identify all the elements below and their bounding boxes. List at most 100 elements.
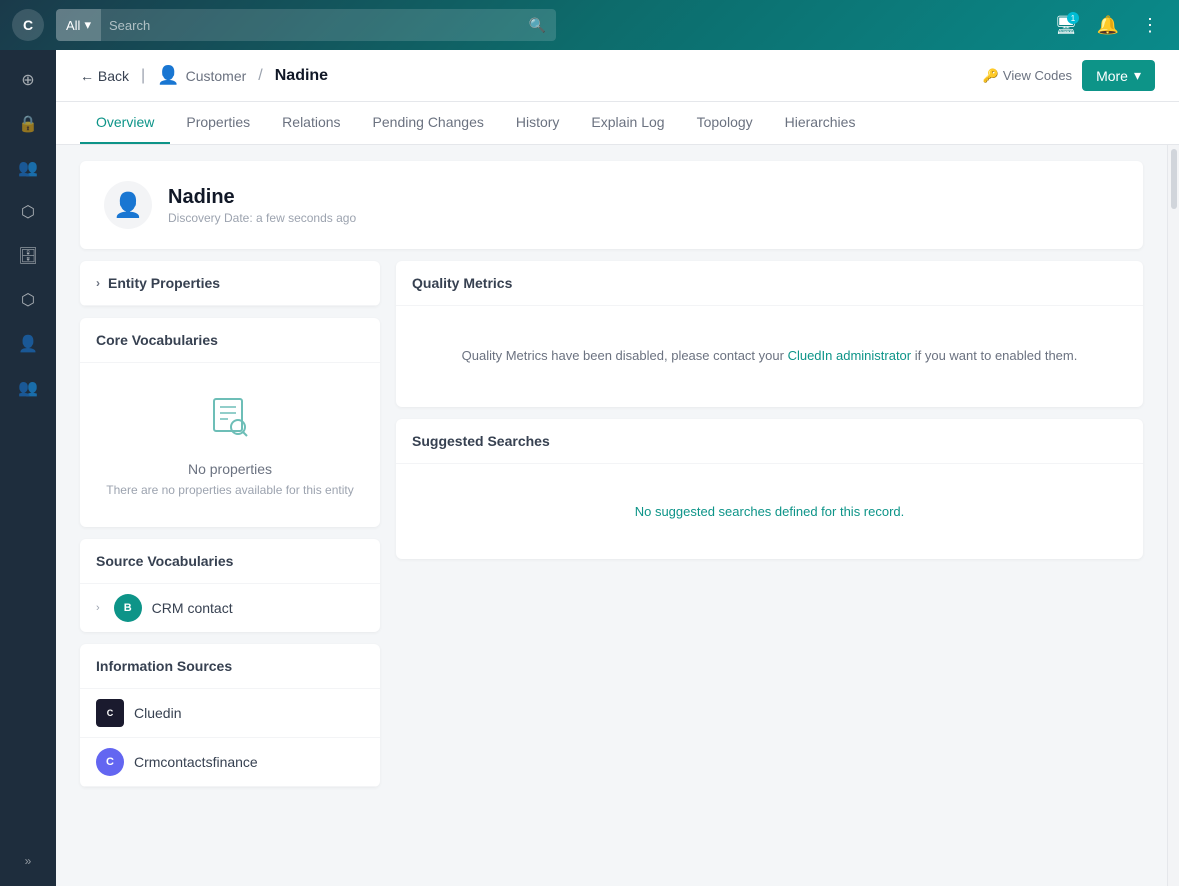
bell-icon: 🔔 [1097, 15, 1119, 36]
quality-metrics-panel: Quality Metrics Quality Metrics have bee… [396, 261, 1143, 407]
sidebar-item-home[interactable]: ⊕ [8, 60, 48, 100]
suggested-searches-header: Suggested Searches [396, 419, 1143, 464]
breadcrumb-separator: | [141, 67, 145, 85]
header-right: 🔑 View Codes More ▾ [983, 60, 1155, 91]
team-icon: 👥 [18, 378, 38, 398]
suggested-searches-message: No suggested searches defined for this r… [396, 464, 1143, 559]
tab-pending-changes[interactable]: Pending Changes [357, 102, 500, 144]
source-vocabularies-panel: Source Vocabularies › B CRM contact [80, 539, 380, 632]
entity-properties-header: › Entity Properties [80, 261, 380, 306]
sidebar-item-team[interactable]: 👥 [8, 368, 48, 408]
vocab-item-crm[interactable]: › B CRM contact [80, 584, 380, 632]
right-col: Quality Metrics Quality Metrics have bee… [396, 261, 1143, 559]
info-source-crm: C Crmcontactsfinance [80, 738, 380, 787]
search-filter-chevron: ▾ [84, 17, 91, 33]
back-button[interactable]: ← Back [80, 68, 129, 84]
two-col-layout: › Entity Properties Core Vocabularies [80, 261, 1143, 787]
information-sources-panel: Information Sources C Cluedin C [80, 644, 380, 787]
search-filter-dropdown[interactable]: All ▾ [56, 9, 101, 41]
monitor-badge: 1 [1067, 12, 1079, 24]
search-bar: All ▾ 🔍 [56, 9, 556, 41]
info-source-crm-label: Crmcontactsfinance [134, 754, 258, 770]
quality-metrics-header: Quality Metrics [396, 261, 1143, 306]
suggested-searches-panel: Suggested Searches No suggested searches… [396, 419, 1143, 559]
tab-properties[interactable]: Properties [170, 102, 266, 144]
home-icon: ⊕ [21, 70, 34, 90]
avatar-icon: 👤 [113, 191, 143, 220]
lock-icon: 🔒 [18, 114, 38, 134]
page-body-wrapper: 👤 Nadine Discovery Date: a few seconds a… [56, 145, 1179, 886]
sidebar-expand-button[interactable]: » [17, 846, 40, 876]
tab-topology[interactable]: Topology [681, 102, 769, 144]
crm-icon: C [96, 748, 124, 776]
monitor-button[interactable]: 🖥 1 [1049, 8, 1083, 42]
no-properties-desc: There are no properties available for th… [106, 483, 353, 497]
breadcrumb-slash: / [258, 67, 262, 85]
sidebar-item-users[interactable]: 👥 [8, 148, 48, 188]
entity-meta: Discovery Date: a few seconds ago [168, 211, 356, 225]
source-vocabularies-header: Source Vocabularies [80, 539, 380, 584]
no-properties-icon [206, 393, 254, 451]
no-properties-state: No properties There are no properties av… [80, 363, 380, 527]
entity-card: 👤 Nadine Discovery Date: a few seconds a… [80, 161, 1143, 249]
bell-button[interactable]: 🔔 [1091, 8, 1125, 42]
sidebar-item-lock[interactable]: 🔒 [8, 104, 48, 144]
view-codes-button[interactable]: 🔑 View Codes [983, 68, 1072, 84]
search-button[interactable]: 🔍 [519, 17, 556, 34]
no-properties-title: No properties [188, 461, 272, 477]
chevron-down-icon: ▾ [1134, 67, 1141, 84]
scrollbar-thumb[interactable] [1171, 149, 1177, 209]
app-logo: C [12, 9, 44, 41]
quality-metrics-title: Quality Metrics [412, 275, 512, 291]
information-sources-header: Information Sources [80, 644, 380, 689]
left-sidebar: ⊕ 🔒 👥 ⬡ 🗄 ⬡ 👤 👥 » [0, 50, 56, 886]
more-menu-button[interactable]: ⋮ [1133, 8, 1167, 42]
tab-hierarchies[interactable]: Hierarchies [769, 102, 872, 144]
search-input[interactable] [101, 18, 519, 33]
page-title: Nadine [275, 67, 328, 85]
page-body: 👤 Nadine Discovery Date: a few seconds a… [56, 145, 1167, 886]
info-source-cluedin-label: Cluedin [134, 705, 181, 721]
entity-properties-title: Entity Properties [108, 275, 220, 291]
tab-overview[interactable]: Overview [80, 102, 170, 144]
navbar-right: 🖥 1 🔔 ⋮ [1049, 8, 1167, 42]
sidebar-item-data[interactable]: 🗄 [8, 236, 48, 276]
left-col: › Entity Properties Core Vocabularies [80, 261, 380, 787]
entity-avatar: 👤 [104, 181, 152, 229]
users-icon: 👥 [18, 158, 38, 178]
tab-relations[interactable]: Relations [266, 102, 356, 144]
diagram-icon: ⬡ [21, 202, 35, 222]
quality-admin-link[interactable]: CluedIn administrator [788, 348, 912, 363]
graph-icon: ⬡ [21, 290, 35, 310]
info-source-cluedin: C Cluedin [80, 689, 380, 738]
search-filter-label: All [66, 18, 80, 33]
vocab-item-label: CRM contact [152, 600, 233, 616]
user-icon: 👤 [18, 334, 38, 354]
sidebar-item-diagram[interactable]: ⬡ [8, 192, 48, 232]
entity-name: Nadine [168, 186, 356, 209]
sidebar-item-graph[interactable]: ⬡ [8, 280, 48, 320]
breadcrumb-link[interactable]: 👤 Customer [157, 65, 246, 86]
sidebar-item-user[interactable]: 👤 [8, 324, 48, 364]
entity-properties-panel: › Entity Properties [80, 261, 380, 306]
tab-explain-log[interactable]: Explain Log [575, 102, 680, 144]
vocab-icon: B [114, 594, 142, 622]
quality-metrics-message: Quality Metrics have been disabled, plea… [396, 306, 1143, 407]
vocab-item-chevron: › [96, 602, 100, 614]
entity-info: Nadine Discovery Date: a few seconds ago [168, 186, 356, 225]
key-icon: 🔑 [983, 68, 999, 84]
core-vocabularies-panel: Core Vocabularies [80, 318, 380, 527]
content-header: ← Back | 👤 Customer / Nadine 🔑 View Code… [56, 50, 1179, 102]
tab-history[interactable]: History [500, 102, 576, 144]
more-button[interactable]: More ▾ [1082, 60, 1155, 91]
scrollbar-track[interactable] [1167, 145, 1179, 886]
more-dots-icon: ⋮ [1141, 15, 1159, 36]
core-vocabularies-title: Core Vocabularies [96, 332, 218, 348]
information-sources-title: Information Sources [96, 658, 232, 674]
core-vocabularies-header: Core Vocabularies [80, 318, 380, 363]
main-content: ← Back | 👤 Customer / Nadine 🔑 View Code… [56, 50, 1179, 886]
top-navbar: C All ▾ 🔍 🖥 1 🔔 ⋮ [0, 0, 1179, 50]
cluedin-icon: C [96, 699, 124, 727]
entity-properties-chevron[interactable]: › [96, 276, 100, 290]
app-body: ⊕ 🔒 👥 ⬡ 🗄 ⬡ 👤 👥 » ← Back | [0, 50, 1179, 886]
